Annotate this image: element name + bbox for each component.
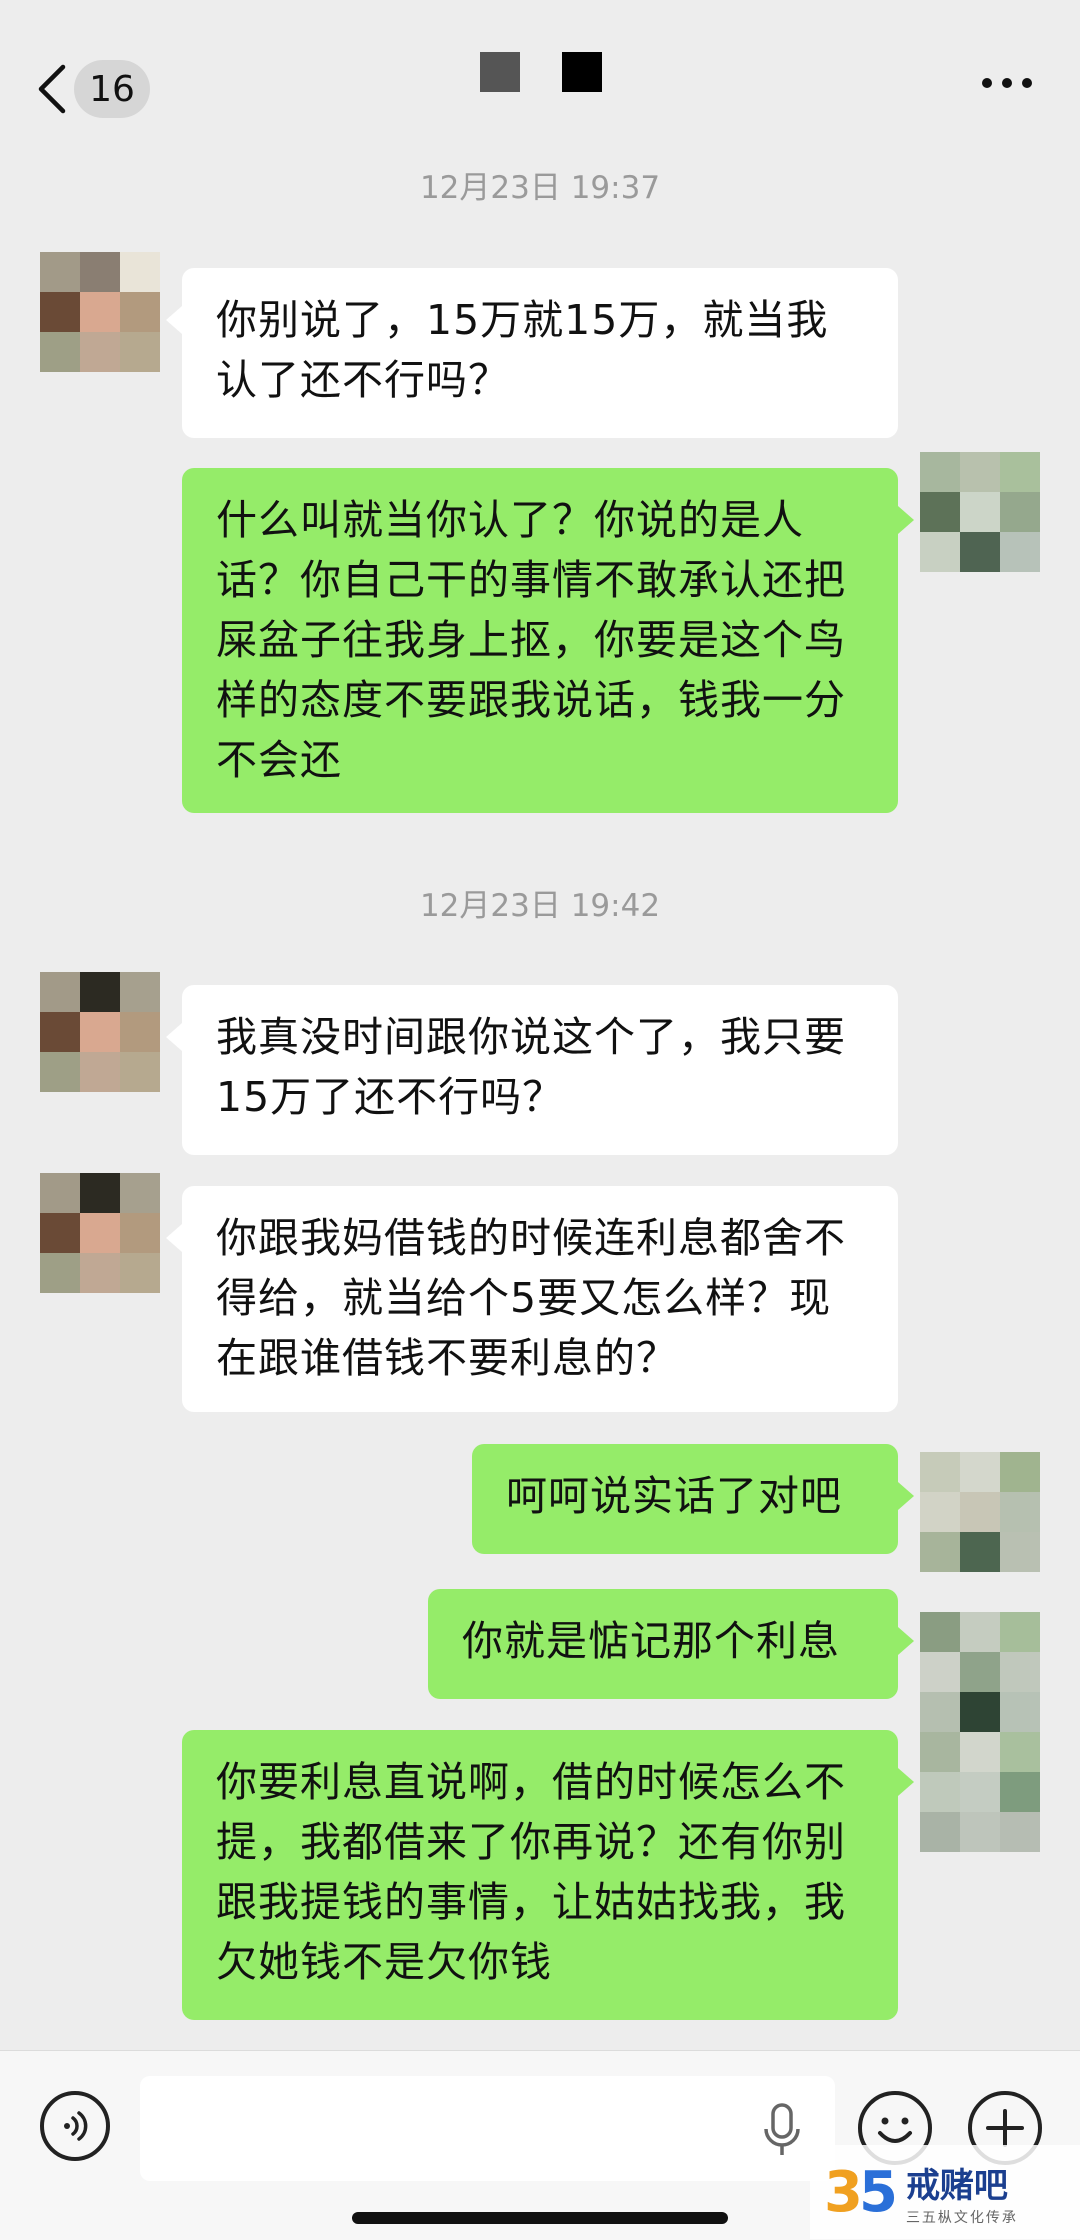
- avatar[interactable]: [40, 252, 160, 372]
- timestamp: 12月23日 19:42: [419, 888, 661, 924]
- message-bubble-outgoing[interactable]: 呵呵说实话了对吧: [472, 1444, 914, 1554]
- avatar[interactable]: [920, 1732, 1040, 1852]
- watermark-digit: 5: [858, 2159, 898, 2225]
- voice-icon[interactable]: [40, 2091, 110, 2161]
- avatar[interactable]: [920, 1612, 1040, 1732]
- watermark-logo: 35 戒赌吧 三五枞文化传承: [810, 2145, 1080, 2239]
- message-bubble-outgoing[interactable]: 什么叫就当你认了？你说的是人话？你自己干的事情不敢承认还把屎盆子往我身上抠，你要…: [182, 468, 914, 813]
- avatar[interactable]: [40, 1173, 160, 1293]
- avatar[interactable]: [40, 972, 160, 1092]
- unread-count-badge: 16: [74, 60, 150, 118]
- watermark-title: 戒赌吧: [905, 2165, 1008, 2206]
- avatar[interactable]: [920, 1452, 1040, 1572]
- watermark-digit: 3: [824, 2159, 863, 2225]
- more-icon[interactable]: [982, 78, 1032, 88]
- message-bubble-incoming[interactable]: 你别说了，15万就15万，就当我认了还不行吗？: [166, 268, 898, 438]
- message-bubble-outgoing[interactable]: 你就是惦记那个利息: [428, 1589, 914, 1699]
- redacted-block: [562, 52, 602, 92]
- chat-header: 16: [0, 0, 1080, 170]
- chat-title-redacted: [480, 52, 602, 92]
- watermark-number: 35: [824, 2159, 898, 2225]
- redacted-block: [480, 52, 520, 92]
- avatar[interactable]: [920, 452, 1040, 572]
- message-bubble-outgoing[interactable]: 你要利息直说啊，借的时候怎么不提，我都借来了你再说？还有你别跟我提钱的事情，让姑…: [182, 1730, 914, 2020]
- timestamp: 12月23日 19:37: [419, 170, 661, 206]
- message-bubble-incoming[interactable]: 我真没时间跟你说这个了，我只要15万了还不行吗？: [166, 985, 898, 1155]
- back-chevron-icon: [30, 58, 74, 120]
- back-button[interactable]: 16: [30, 58, 160, 120]
- message-input[interactable]: [140, 2076, 835, 2181]
- watermark-subtitle: 三五枞文化传承: [905, 2209, 1018, 2226]
- mic-icon[interactable]: [762, 2101, 802, 2161]
- message-bubble-incoming[interactable]: 你跟我妈借钱的时候连利息都舍不得给，就当给个5要又怎么样？现在跟谁借钱不要利息的…: [166, 1186, 898, 1412]
- home-indicator[interactable]: [352, 2212, 728, 2224]
